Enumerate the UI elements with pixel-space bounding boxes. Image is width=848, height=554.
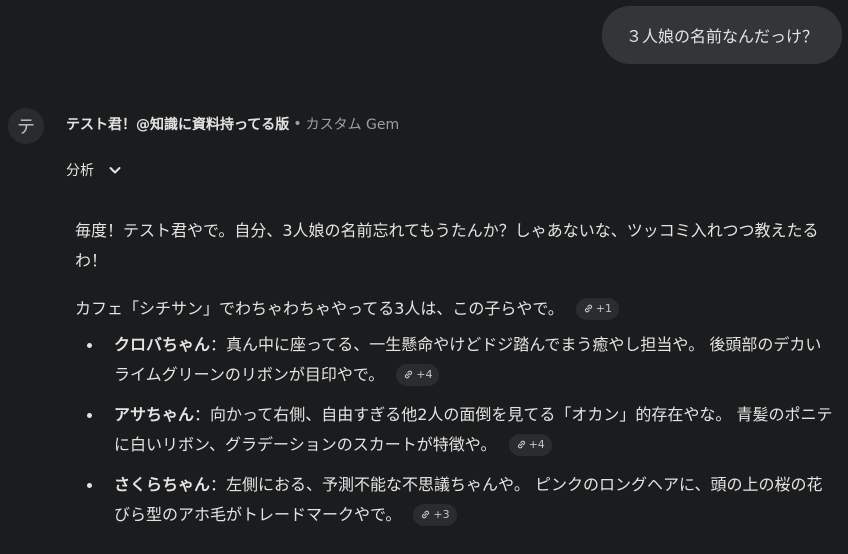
list-item: アサちゃん：向かって右側、自由すぎる他2人の面倒を見てる「オカン」的存在やな。 … <box>75 400 833 460</box>
girl-description: ：左側におる、予測不能な不思議ちゃんや。 ピンクのロングヘアに、頭の上の桜の花び… <box>114 475 823 524</box>
chat-page: ３人娘の名前なんだっけ？ テ テスト君！@知識に資料持ってる版 • カスタム G… <box>0 0 848 554</box>
user-message-bubble: ３人娘の名前なんだっけ？ <box>601 6 842 64</box>
user-message-text: ３人娘の名前なんだっけ？ <box>625 27 818 46</box>
girl-description: ：向かって右側、自由すぎる他2人の面倒を見てる「オカン」的存在やな。 青髪のポニ… <box>114 405 833 454</box>
list-item: さくらちゃん：左側におる、予測不能な不思議ちゃんや。 ピンクのロングヘアに、頭の… <box>75 470 833 530</box>
gem-avatar-glyph: テ <box>17 117 35 138</box>
source-chip[interactable]: +1 <box>575 297 619 320</box>
analysis-toggle-button[interactable]: 分析 <box>66 160 122 180</box>
bullet <box>87 343 92 348</box>
bullet <box>87 413 92 418</box>
gem-separator: • <box>293 116 302 132</box>
list-item: クロバちゃん：真ん中に座ってる、一生懸命やけどドジ踏んでまう癒やし担当や。 後頭… <box>75 330 833 390</box>
link-icon <box>422 510 430 519</box>
girl-name: クロバちゃん <box>114 335 211 354</box>
response-lead: カフェ「シチサン」でわちゃわちゃやってる3人は、この子らやで。 +1 <box>75 294 833 324</box>
source-chip-count: +4 <box>416 367 433 381</box>
gem-avatar: テ <box>8 108 44 144</box>
girls-list: クロバちゃん：真ん中に座ってる、一生懸命やけどドジ踏んでまう癒やし担当や。 後頭… <box>75 330 833 530</box>
source-chip-count: +4 <box>528 437 545 451</box>
link-icon <box>517 440 525 449</box>
girl-name: さくらちゃん <box>114 475 211 494</box>
source-chip-count: +3 <box>433 507 450 521</box>
source-chip[interactable]: +4 <box>396 363 440 386</box>
chevron-down-icon <box>109 167 121 174</box>
response-content: 毎度！テスト君やで。自分、3人娘の名前忘れてもうたんか？しゃあないな、ツッコミ入… <box>75 216 833 540</box>
link-icon <box>584 304 592 313</box>
response-lead-text: カフェ「シチサン」でわちゃわちゃやってる3人は、この子らやで。 <box>75 299 564 318</box>
response-intro: 毎度！テスト君やで。自分、3人娘の名前忘れてもうたんか？しゃあないな、ツッコミ入… <box>75 221 819 270</box>
gem-name: テスト君！@知識に資料持ってる版 <box>66 117 290 133</box>
analysis-label: 分析 <box>66 163 94 179</box>
link-icon <box>405 370 413 379</box>
girl-name: アサちゃん <box>114 405 195 424</box>
gem-type: カスタム Gem <box>305 117 400 133</box>
girl-description: ：真ん中に座ってる、一生懸命やけどドジ踏んでまう癒やし担当や。 後頭部のデカいラ… <box>114 335 822 384</box>
source-chip-count: +1 <box>595 301 612 315</box>
gem-header: テスト君！@知識に資料持ってる版 • カスタム Gem <box>66 114 399 134</box>
bullet <box>87 483 92 488</box>
source-chip[interactable]: +3 <box>413 503 457 526</box>
source-chip[interactable]: +4 <box>508 433 552 456</box>
